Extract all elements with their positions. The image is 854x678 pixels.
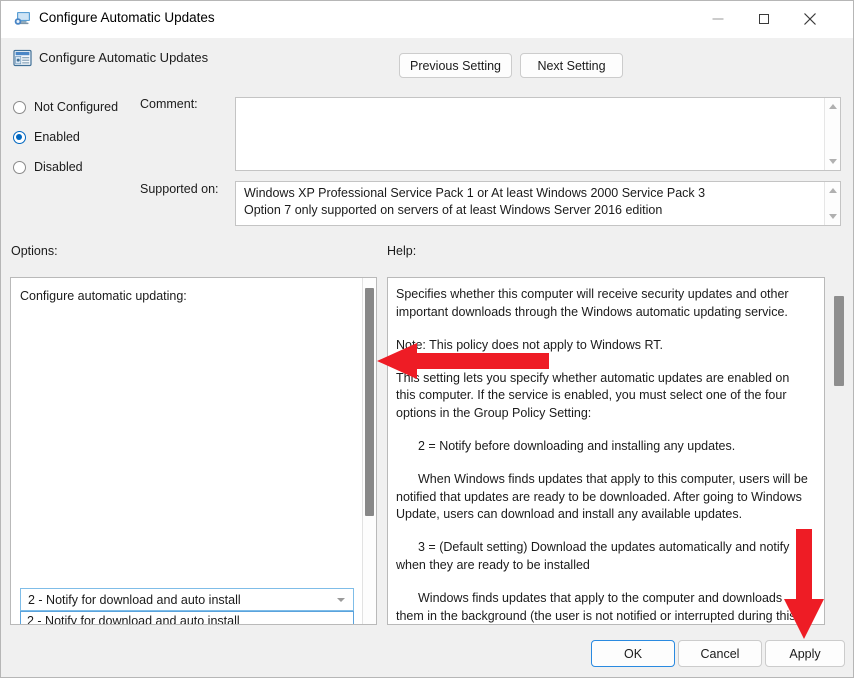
options-content: Configure automatic updating: 2 - Notify… xyxy=(11,278,363,624)
minimize-button[interactable] xyxy=(695,1,741,37)
help-paragraph-5: When Windows finds updates that apply to… xyxy=(396,472,808,522)
supported-on-label: Supported on: xyxy=(140,182,219,196)
help-paragraph-4: 2 = Notify before downloading and instal… xyxy=(418,439,736,454)
radio-indicator-enabled xyxy=(13,130,26,144)
help-panel: Specifies whether this computer will rec… xyxy=(387,277,825,625)
previous-setting-button[interactable]: Previous Setting xyxy=(399,53,512,78)
supported-on-scrollbar[interactable] xyxy=(824,182,840,225)
maximize-icon xyxy=(759,14,769,24)
chevron-down-icon xyxy=(337,597,345,602)
policy-name: Configure Automatic Updates xyxy=(39,50,209,65)
configure-updating-label: Configure automatic updating: xyxy=(20,289,187,303)
configure-updating-combobox[interactable]: 2 - Notify for download and auto install xyxy=(20,588,354,611)
help-text-body: Specifies whether this computer will rec… xyxy=(396,286,808,624)
radio-enabled[interactable]: Enabled xyxy=(13,130,80,144)
dropdown-option-2[interactable]: 2 - Notify for download and auto install xyxy=(21,612,353,624)
supported-on-textbox: Windows XP Professional Service Pack 1 o… xyxy=(235,181,841,226)
options-section-label: Options: xyxy=(11,244,58,258)
radio-indicator-not-configured xyxy=(13,100,26,114)
help-paragraph-1: Specifies whether this computer will rec… xyxy=(396,287,789,319)
help-panel-scrollbar[interactable] xyxy=(831,277,847,625)
options-panel-scrollbar[interactable] xyxy=(362,278,376,624)
configure-updating-value: 2 - Notify for download and auto install xyxy=(28,592,241,607)
scroll-down-icon[interactable] xyxy=(828,159,837,164)
supported-on-line-1: Windows XP Professional Service Pack 1 o… xyxy=(244,186,706,200)
options-scrollbar-thumb[interactable] xyxy=(365,288,374,516)
scroll-up-icon[interactable] xyxy=(828,104,837,109)
comment-label: Comment: xyxy=(140,97,198,111)
comment-scrollbar[interactable] xyxy=(824,98,840,170)
comment-textarea[interactable] xyxy=(235,97,841,171)
help-paragraph-7: Windows finds updates that apply to the … xyxy=(396,591,796,623)
scroll-up-icon[interactable] xyxy=(828,188,837,193)
minimize-icon xyxy=(712,18,724,20)
supported-on-line-2: Option 7 only supported on servers of at… xyxy=(244,203,663,217)
monitor-policy-icon xyxy=(14,12,30,25)
apply-button[interactable]: Apply xyxy=(765,640,845,667)
help-paragraph-6: 3 = (Default setting) Download the updat… xyxy=(396,540,790,573)
radio-not-configured[interactable]: Not Configured xyxy=(13,100,118,114)
configure-automatic-updates-dialog: Configure Automatic Updates Configure Au… xyxy=(0,0,854,678)
configure-updating-dropdown-list[interactable]: 2 - Notify for download and auto install… xyxy=(20,611,354,624)
close-button[interactable] xyxy=(787,1,833,37)
options-panel: Configure automatic updating: 2 - Notify… xyxy=(10,277,377,625)
help-scrollbar-thumb[interactable] xyxy=(834,296,844,386)
scroll-down-icon[interactable] xyxy=(828,214,837,219)
radio-label-not-configured: Not Configured xyxy=(34,100,119,114)
help-paragraph-3: This setting lets you specify whether au… xyxy=(396,370,790,420)
next-setting-button[interactable]: Next Setting xyxy=(520,53,623,78)
title-bar: Configure Automatic Updates xyxy=(1,1,853,38)
radio-label-disabled: Disabled xyxy=(34,160,83,174)
cancel-button[interactable]: Cancel xyxy=(678,640,762,667)
help-paragraph-2: Note: This policy does not apply to Wind… xyxy=(396,337,664,352)
window-title: Configure Automatic Updates xyxy=(39,10,215,25)
radio-label-enabled: Enabled xyxy=(34,130,80,144)
ok-button[interactable]: OK xyxy=(591,640,675,667)
close-icon xyxy=(804,13,816,25)
radio-disabled[interactable]: Disabled xyxy=(13,160,83,174)
help-section-label: Help: xyxy=(387,244,417,258)
radio-indicator-disabled xyxy=(13,160,26,174)
maximize-button[interactable] xyxy=(741,1,787,37)
group-policy-setting-icon xyxy=(13,49,32,67)
